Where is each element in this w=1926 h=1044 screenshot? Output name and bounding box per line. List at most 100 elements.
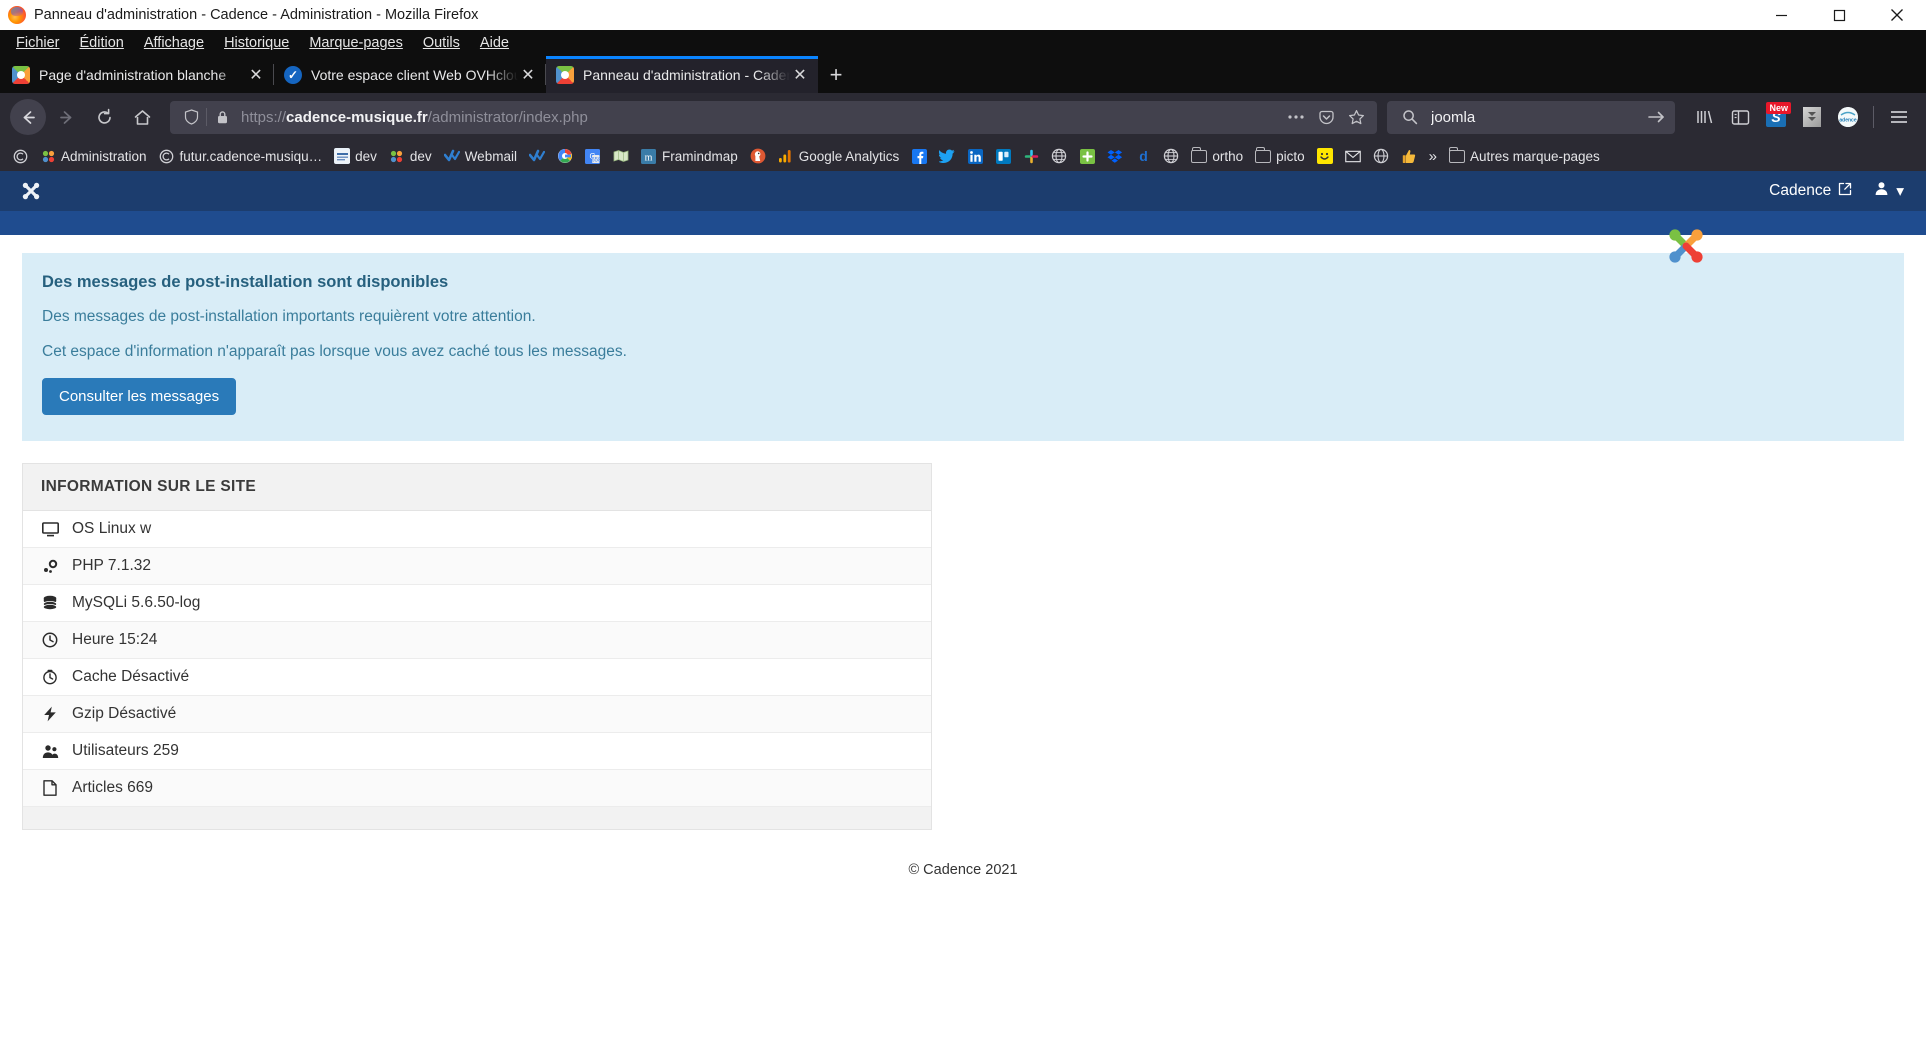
dropbox-icon: [1107, 148, 1123, 164]
bookmark-plus-green[interactable]: [1073, 146, 1101, 166]
globe-icon: [1163, 148, 1179, 164]
bookmark-facebook[interactable]: [905, 146, 933, 166]
tab-espace-client-ovh[interactable]: ✓ Votre espace client Web OVHcloud ✕: [274, 56, 546, 93]
bookmark-copyright-1[interactable]: [6, 146, 34, 166]
tab-panneau-administration-cadence[interactable]: Panneau d'administration - Cadence ✕: [546, 56, 818, 93]
bookmark-administration[interactable]: Administration: [34, 146, 153, 166]
bookmark-dev-joomla[interactable]: dev: [383, 146, 438, 166]
bookmark-check-blue-2[interactable]: [523, 146, 551, 166]
linkedin-icon: [967, 148, 983, 164]
bookmark-framindmap[interactable]: m Framindmap: [635, 146, 744, 166]
folder-icon: [1448, 146, 1465, 164]
php-gear-icon: [41, 557, 59, 575]
bookmark-folder-picto[interactable]: picto: [1249, 146, 1311, 166]
bookmark-dropbox[interactable]: [1101, 146, 1129, 166]
bookmark-d-blue[interactable]: d: [1129, 146, 1157, 166]
tab-title: Votre espace client Web OVHcloud: [311, 66, 518, 83]
bookmark-label: Administration: [61, 148, 147, 164]
menu-outils[interactable]: Outils: [413, 33, 470, 53]
ovh-favicon: ✓: [284, 65, 302, 84]
maximize-button[interactable]: [1810, 0, 1868, 30]
site-info-row-heure: Heure 15:24: [23, 622, 931, 659]
bookmark-smiley[interactable]: [1311, 146, 1339, 166]
bookmark-globe-3[interactable]: [1367, 146, 1395, 166]
bookmark-google-translate[interactable]: G\u6587: [579, 146, 607, 166]
site-info-row-mysql: MySQLi 5.6.50-log: [23, 585, 931, 622]
bookmark-linkedin[interactable]: [961, 146, 989, 166]
menu-fichier[interactable]: Fichier: [6, 33, 70, 53]
bookmark-duckduckgo[interactable]: [744, 146, 772, 166]
smiley-yellow-icon: [1316, 148, 1333, 164]
external-link-icon: [1838, 182, 1852, 201]
padlock-icon[interactable]: [209, 104, 235, 130]
url-actions: [1283, 104, 1369, 130]
extension-gray-icon[interactable]: [1795, 100, 1829, 134]
bookmark-globe-1[interactable]: [1045, 146, 1073, 166]
bookmark-globe-2[interactable]: [1157, 146, 1185, 166]
url-text[interactable]: https://cadence-musique.fr/administrator…: [235, 109, 1283, 126]
thumbs-up-icon: [1401, 148, 1417, 164]
bookmark-map[interactable]: [607, 146, 635, 166]
joomla-logo-icon[interactable]: [20, 180, 42, 202]
menu-historique[interactable]: Historique: [214, 33, 299, 53]
consulter-les-messages-button[interactable]: Consulter les messages: [42, 378, 237, 415]
menu-edition[interactable]: Édition: [70, 33, 134, 53]
menu-marque-pages[interactable]: Marque-pages: [299, 33, 413, 53]
bookmark-google[interactable]: [551, 146, 579, 166]
bookmark-slack[interactable]: [1017, 146, 1045, 166]
bookmark-google-analytics[interactable]: Google Analytics: [772, 146, 906, 166]
user-menu[interactable]: ▾: [1874, 181, 1904, 201]
alert-line-1: Des messages de post-installation import…: [42, 308, 536, 325]
pocket-icon[interactable]: [1313, 104, 1339, 130]
back-arrow-icon[interactable]: [10, 99, 46, 135]
star-icon[interactable]: [1343, 104, 1369, 130]
d-blue-icon: d: [1135, 148, 1151, 164]
close-icon[interactable]: ✕: [790, 65, 810, 85]
post-install-messages-alert: Des messages de post-installation sont d…: [22, 253, 1904, 441]
joomla-icon: [40, 148, 56, 164]
site-info-label: Articles 669: [72, 779, 153, 796]
minimize-button[interactable]: [1752, 0, 1810, 30]
bookmark-copyright-2[interactable]: futur.cadence-musiqu…: [153, 146, 329, 166]
reload-icon[interactable]: [86, 99, 122, 135]
extension-cadence-icon[interactable]: adence: [1831, 100, 1865, 134]
bookmark-thumbs-up[interactable]: [1395, 146, 1423, 166]
user-icon: [1874, 181, 1889, 201]
close-icon[interactable]: ✕: [246, 65, 266, 85]
forward-arrow-icon[interactable]: [48, 99, 84, 135]
site-info-label: Gzip Désactivé: [72, 705, 177, 722]
site-info-label: Utilisateurs 259: [72, 742, 179, 759]
close-button[interactable]: [1868, 0, 1926, 30]
search-bar[interactable]: joomla: [1387, 100, 1675, 134]
url-prefix: https://: [241, 108, 287, 126]
search-input[interactable]: joomla: [1431, 109, 1635, 126]
new-tab-button[interactable]: +: [818, 56, 854, 93]
ellipsis-icon[interactable]: [1283, 104, 1309, 130]
bookmark-twitter[interactable]: [933, 146, 961, 166]
app-menu-icon[interactable]: [1882, 100, 1916, 134]
bookmark-webmail[interactable]: Webmail: [438, 146, 523, 166]
bookmark-dev-blue[interactable]: dev: [328, 146, 383, 166]
tab-page-administration-blanche[interactable]: Page d'administration blanche ✕: [2, 56, 274, 93]
menu-affichage[interactable]: Affichage: [134, 33, 214, 53]
bookmark-trello[interactable]: [989, 146, 1017, 166]
magnifier-icon: [1397, 104, 1423, 130]
home-icon[interactable]: [124, 99, 160, 135]
url-path: /administrator/index.php: [427, 108, 588, 126]
library-icon[interactable]: [1687, 100, 1721, 134]
url-bar[interactable]: https://cadence-musique.fr/administrator…: [170, 100, 1377, 134]
bookmark-folder-ortho[interactable]: ortho: [1185, 146, 1249, 166]
bookmark-label: Webmail: [464, 148, 517, 164]
arrow-right-icon[interactable]: [1643, 104, 1669, 130]
bookmark-envelope[interactable]: [1339, 146, 1367, 166]
shield-icon[interactable]: [178, 104, 204, 130]
bookmarks-overflow-icon[interactable]: »: [1423, 148, 1443, 165]
extension-s-icon[interactable]: S New: [1759, 100, 1793, 134]
close-icon[interactable]: ✕: [518, 65, 538, 85]
menu-aide[interactable]: Aide: [470, 33, 519, 53]
site-info-label: OS Linux w: [72, 520, 152, 537]
tab-title: Page d'administration blanche: [39, 66, 227, 83]
site-link[interactable]: Cadence: [1769, 182, 1852, 201]
bookmark-autres-marque-pages[interactable]: Autres marque-pages: [1443, 146, 1606, 166]
sidebar-icon[interactable]: [1723, 100, 1757, 134]
